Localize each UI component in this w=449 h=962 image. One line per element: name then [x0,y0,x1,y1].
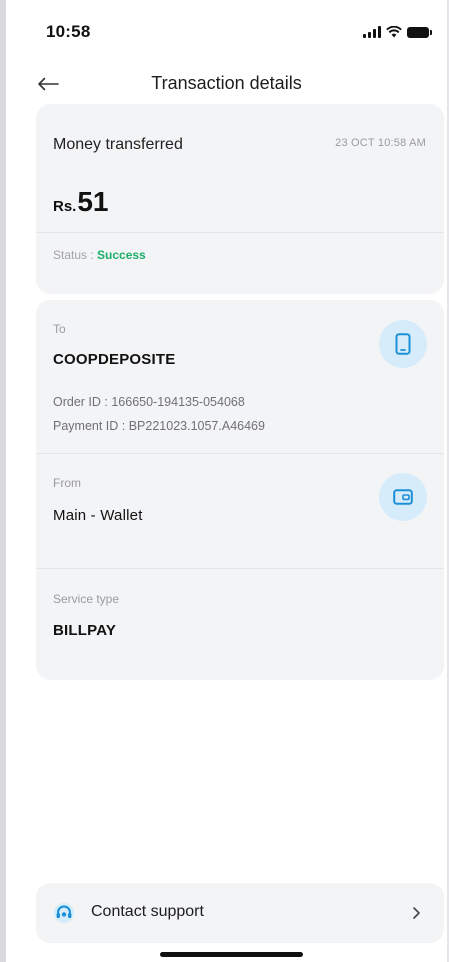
recipient-section: To COOPDEPOSITE Order ID : 166650-194135… [36,300,444,453]
divider [36,232,444,233]
page-title: Transaction details [151,73,302,93]
recipient-name: COOPDEPOSITE [53,351,176,368]
contact-support-label: Contact support [91,903,204,920]
status-line: Status : Success [53,248,146,262]
signal-icon [363,26,381,38]
payment-id: Payment ID : BP221023.1057.A46469 [53,419,265,433]
service-section: Service type BILLPAY [36,568,444,680]
transaction-type-label: Money transferred [53,136,183,153]
status-icons [363,26,432,38]
wifi-icon [386,26,402,38]
wallet-icon [393,489,413,505]
header: Transaction details [6,64,447,104]
currency-symbol: Rs. [53,198,77,215]
source-name: Main - Wallet [53,507,143,524]
service-type-value: BILLPAY [53,622,117,639]
order-id: Order ID : 166650-194135-054068 [53,395,245,409]
phone-screen: 10:58 Transaction details Money transfer… [0,0,449,962]
service-type-label: Service type [53,592,120,606]
recipient-icon-badge [379,320,427,368]
transaction-datetime: 23 OCT 10:58 AM [335,137,426,149]
headset-icon [54,903,74,923]
contact-support-button[interactable]: Contact support [36,883,444,943]
to-label: To [53,322,66,336]
home-indicator[interactable] [160,952,303,957]
source-icon-badge [379,473,427,521]
status-time: 10:58 [46,22,91,41]
from-label: From [53,476,81,490]
transaction-amount: Rs. 51 [53,186,109,218]
phone-icon [395,333,411,355]
chevron-right-icon [413,907,420,919]
status-bar: 10:58 [6,0,447,62]
status-badge: Success [97,248,146,262]
transaction-summary-card: Money transferred 23 OCT 10:58 AM Rs. 51… [36,104,444,294]
battery-icon [407,26,432,38]
source-section: From Main - Wallet [36,453,444,568]
transaction-details-card: To COOPDEPOSITE Order ID : 166650-194135… [36,300,444,680]
amount-value: 51 [77,186,109,217]
status-prefix: Status : [53,248,98,262]
